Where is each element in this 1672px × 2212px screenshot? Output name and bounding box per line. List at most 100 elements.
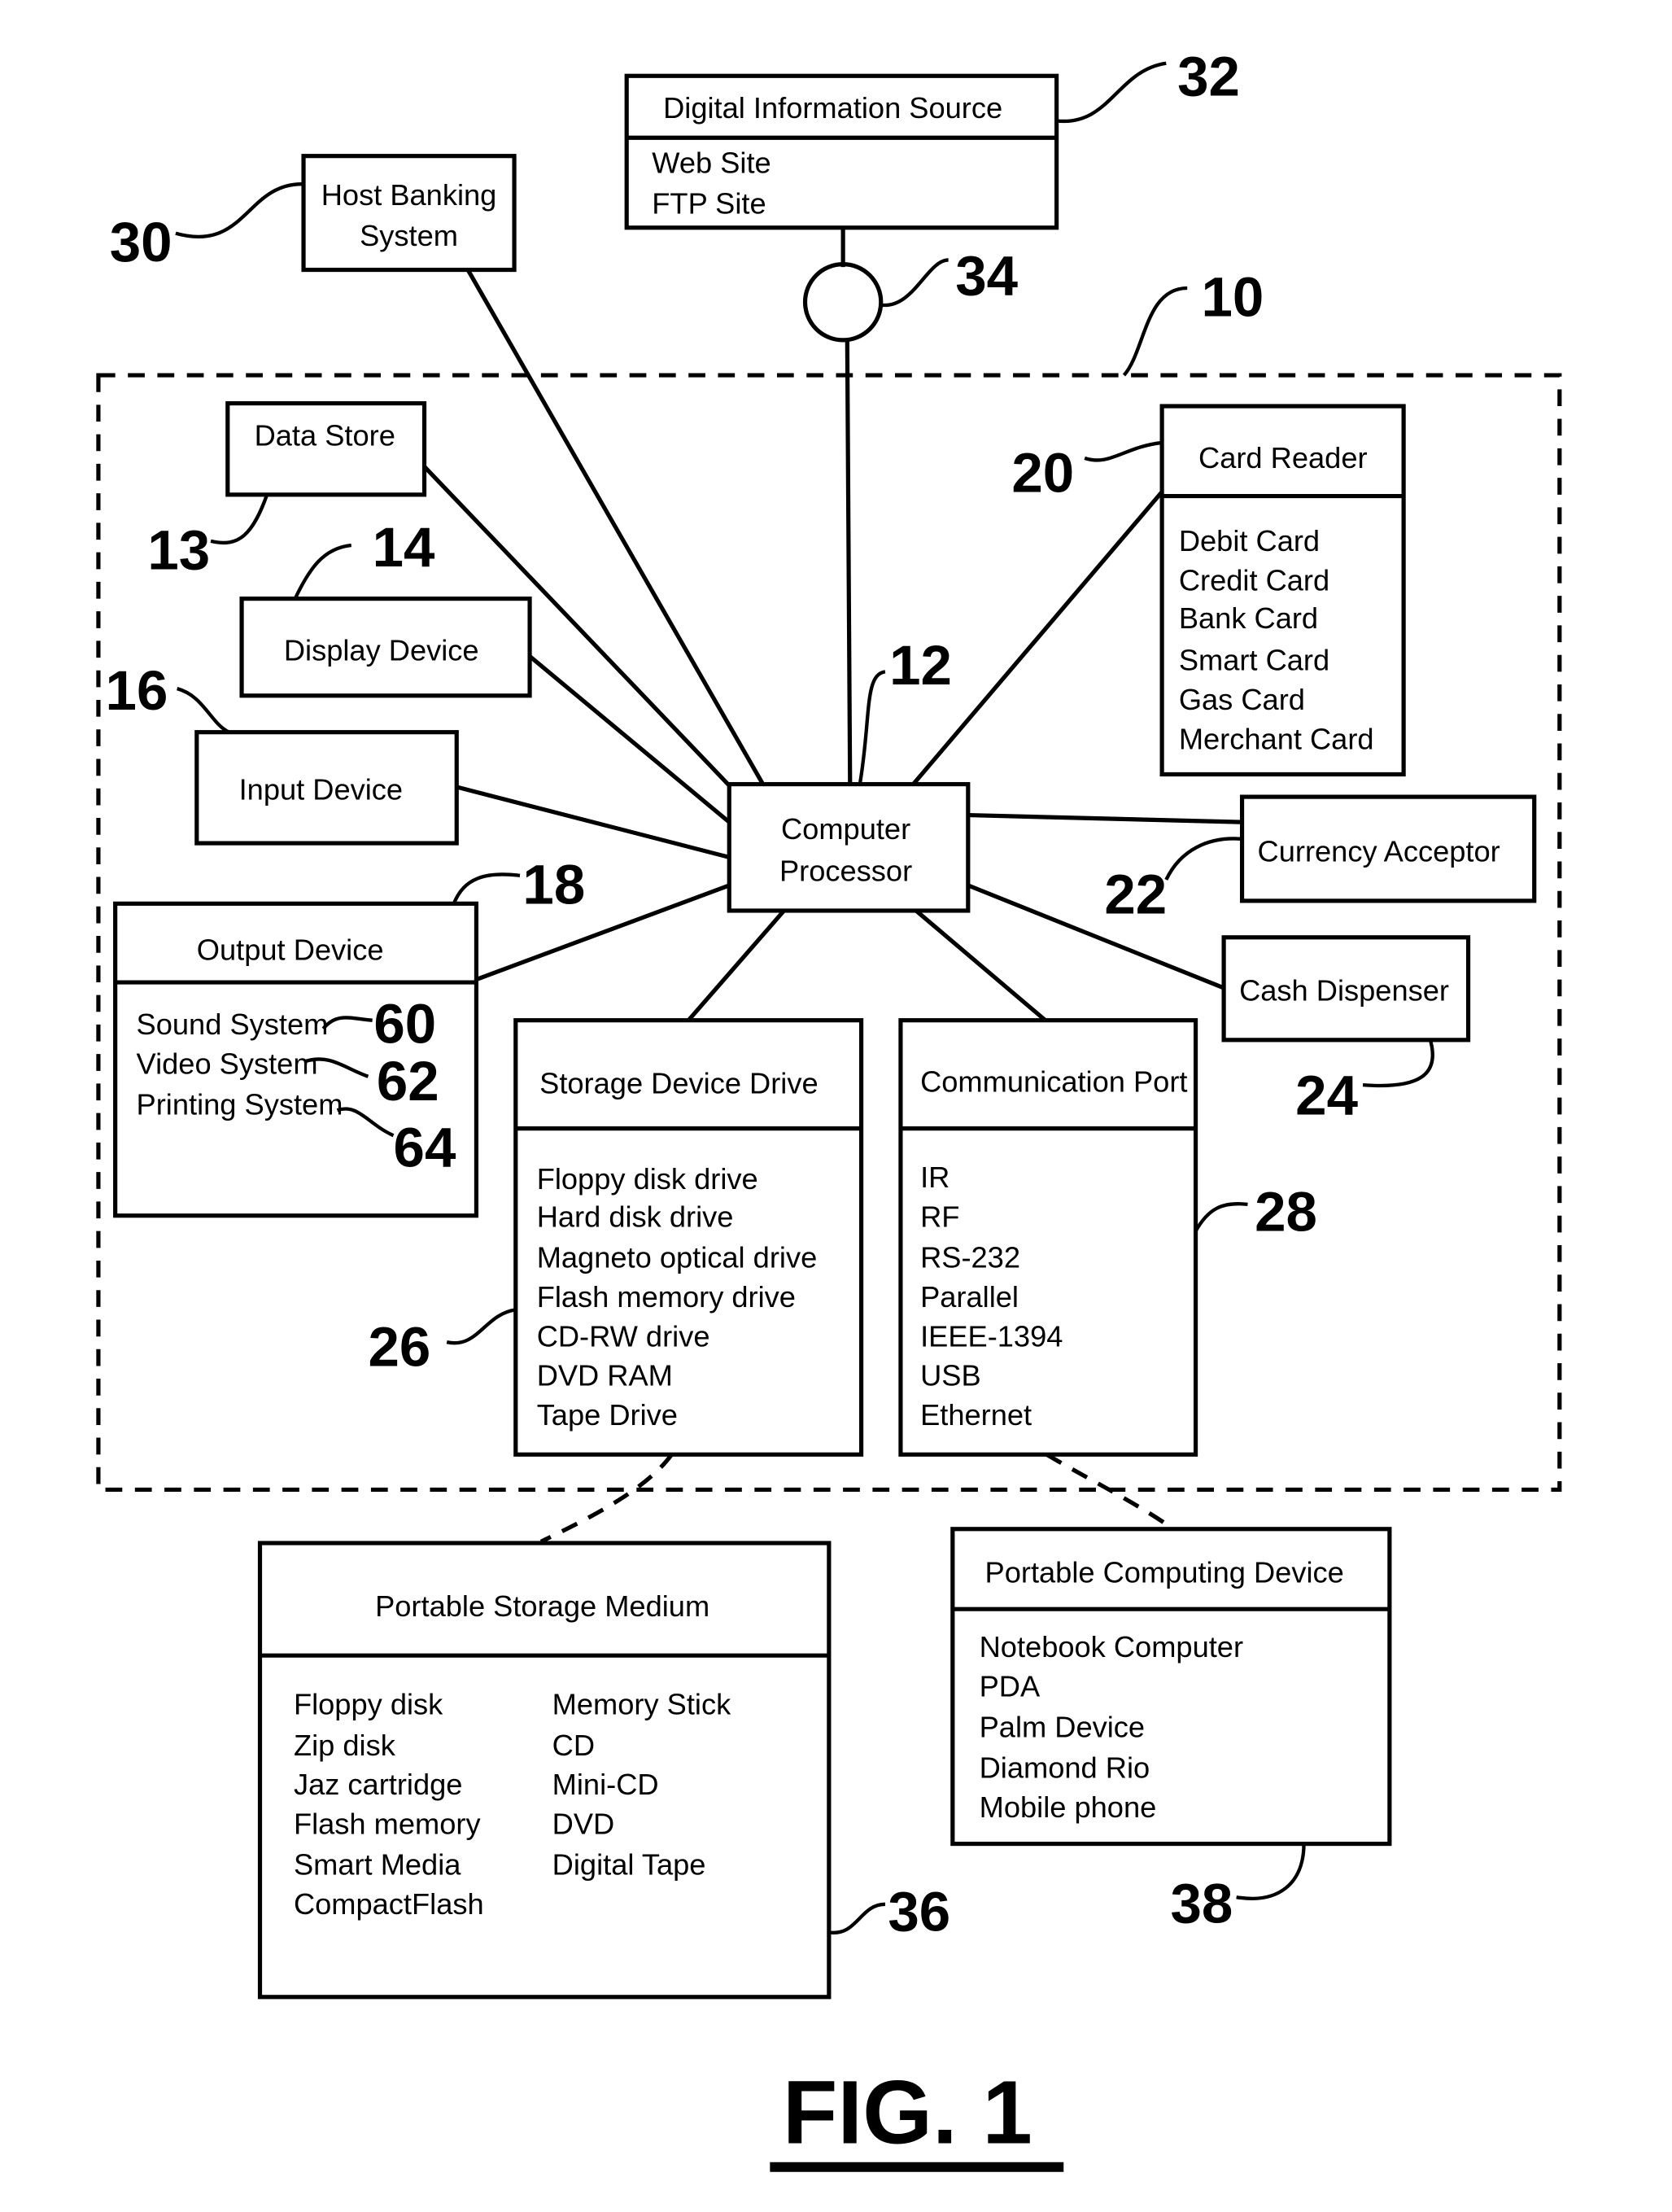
card-reader: Card Reader Debit Card Credit Card Bank …	[1159, 404, 1406, 777]
comm-port-item: Ethernet	[920, 1398, 1032, 1432]
data-store-label: Data Store	[255, 418, 395, 452]
leader-36	[828, 1902, 886, 1934]
comm-port-item: USB	[920, 1359, 981, 1392]
leader-28	[1194, 1202, 1248, 1232]
leader-24	[1362, 1039, 1434, 1088]
digital-source-item: Web Site	[652, 146, 771, 179]
portable-storage-title: Portable Storage Medium	[375, 1589, 709, 1623]
storage-drive-title: Storage Device Drive	[539, 1066, 818, 1099]
comm-port-title: Communication Port	[920, 1065, 1187, 1099]
leader-10	[1122, 286, 1188, 377]
comm-port-item: IEEE-1394	[920, 1319, 1063, 1353]
portable-storage-item: Memory Stick	[552, 1688, 731, 1721]
portable-computing-item: Mobile phone	[980, 1790, 1157, 1824]
ref-20: 20	[1011, 440, 1074, 504]
link-storage-portable	[539, 1453, 674, 1544]
ref-16: 16	[106, 658, 168, 722]
ref-24: 24	[1295, 1063, 1358, 1126]
storage-drive-item: Flash memory drive	[537, 1280, 796, 1314]
storage-drive-item: Magneto optical drive	[537, 1241, 818, 1274]
digital-source-title: Digital Information Source	[663, 91, 1002, 125]
ref-22: 22	[1104, 862, 1167, 925]
ref-62: 62	[377, 1049, 439, 1113]
card-reader-item: Debit Card	[1179, 524, 1320, 557]
storage-device-drive: Storage Device Drive Floppy disk drive H…	[513, 1018, 864, 1457]
storage-drive-item: Tape Drive	[537, 1398, 678, 1432]
portable-storage-item: Digital Tape	[552, 1848, 706, 1882]
ref-26: 26	[368, 1314, 430, 1378]
comm-port-item: RS-232	[920, 1241, 1020, 1274]
storage-drive-item: DVD RAM	[537, 1359, 673, 1392]
ref-14: 14	[373, 515, 435, 579]
input-device: Input Device	[194, 730, 459, 846]
leader-34	[880, 258, 949, 307]
comm-port-item: RF	[920, 1200, 959, 1234]
display-device: Display Device	[239, 597, 532, 698]
portable-computing-item: Diamond Rio	[980, 1751, 1150, 1784]
ref-30: 30	[110, 210, 172, 273]
leader-12	[858, 670, 886, 785]
leader-38	[1236, 1843, 1306, 1900]
display-device-label: Display Device	[284, 634, 479, 667]
storage-drive-item: Floppy disk drive	[537, 1162, 758, 1196]
ref-28: 28	[1255, 1180, 1317, 1244]
figure-label: FIG. 1	[783, 2062, 1032, 2162]
currency-acceptor: Currency Acceptor	[1239, 794, 1537, 903]
card-reader-item: Credit Card	[1179, 563, 1329, 597]
host-banking-system: Host Banking System	[301, 154, 517, 273]
patent-figure: 10 Digital Information Source Web Site F…	[96, 44, 1562, 2172]
digital-information-source: Digital Information Source Web Site FTP …	[624, 73, 1059, 230]
input-device-label: Input Device	[239, 773, 403, 807]
ref-12: 12	[889, 633, 952, 697]
card-reader-item: Gas Card	[1179, 683, 1305, 716]
output-device-item: Sound System	[137, 1008, 329, 1041]
cash-dispenser-label: Cash Dispenser	[1239, 973, 1449, 1007]
portable-storage-item: CD	[552, 1729, 595, 1762]
card-reader-title: Card Reader	[1198, 441, 1368, 474]
card-reader-item: Merchant Card	[1179, 722, 1374, 755]
processor-label: Computer	[781, 812, 910, 846]
comm-port-item: IR	[920, 1161, 950, 1194]
output-device-item: Video System	[137, 1047, 318, 1080]
leader-20	[1084, 440, 1163, 462]
ref-34: 34	[955, 244, 1018, 308]
portable-storage-item: CompactFlash	[294, 1887, 484, 1921]
leader-30	[175, 182, 304, 239]
ref-32: 32	[1177, 44, 1240, 107]
storage-drive-item: CD-RW drive	[537, 1319, 710, 1353]
leader-16	[176, 687, 230, 734]
ref-64: 64	[394, 1115, 456, 1178]
ref-18: 18	[522, 852, 585, 916]
portable-storage-medium: Portable Storage Medium Floppy disk Zip …	[257, 1541, 832, 2000]
leader-18	[452, 872, 521, 905]
leader-14	[293, 543, 352, 600]
communication-port: Communication Port IR RF RS-232 Parallel…	[898, 1018, 1198, 1457]
portable-storage-item: Smart Media	[294, 1848, 461, 1882]
output-device-title: Output Device	[197, 933, 384, 966]
portable-computing-item: Notebook Computer	[980, 1630, 1243, 1663]
ref-60: 60	[373, 991, 436, 1055]
storage-drive-item: Hard disk drive	[537, 1200, 734, 1234]
leader-13	[210, 494, 269, 545]
host-banking-label: Host Banking	[321, 178, 497, 212]
comm-port-item: Parallel	[920, 1280, 1019, 1314]
ref-10: 10	[1201, 265, 1264, 329]
portable-computing-item: PDA	[980, 1669, 1041, 1703]
ref-13: 13	[147, 518, 210, 581]
portable-storage-item: Flash memory	[294, 1807, 481, 1840]
currency-acceptor-label: Currency Acceptor	[1258, 835, 1500, 868]
portable-computing-item: Palm Device	[980, 1710, 1145, 1743]
output-device-item: Printing System	[137, 1087, 343, 1121]
ref-38: 38	[1170, 1871, 1233, 1934]
digital-source-item: FTP Site	[652, 186, 766, 220]
host-banking-label: System	[360, 219, 458, 252]
leader-32	[1056, 61, 1167, 124]
cash-dispenser: Cash Dispenser	[1221, 935, 1471, 1043]
portable-computing-device: Portable Computing Device Notebook Compu…	[950, 1527, 1392, 1847]
portable-storage-item: Mini-CD	[552, 1768, 659, 1801]
portable-computing-title: Portable Computing Device	[985, 1555, 1344, 1589]
card-reader-item: Smart Card	[1179, 644, 1329, 677]
ref-36: 36	[888, 1880, 950, 1943]
portable-storage-item: DVD	[552, 1807, 615, 1840]
output-device: Output Device Sound System Video System …	[113, 901, 479, 1218]
